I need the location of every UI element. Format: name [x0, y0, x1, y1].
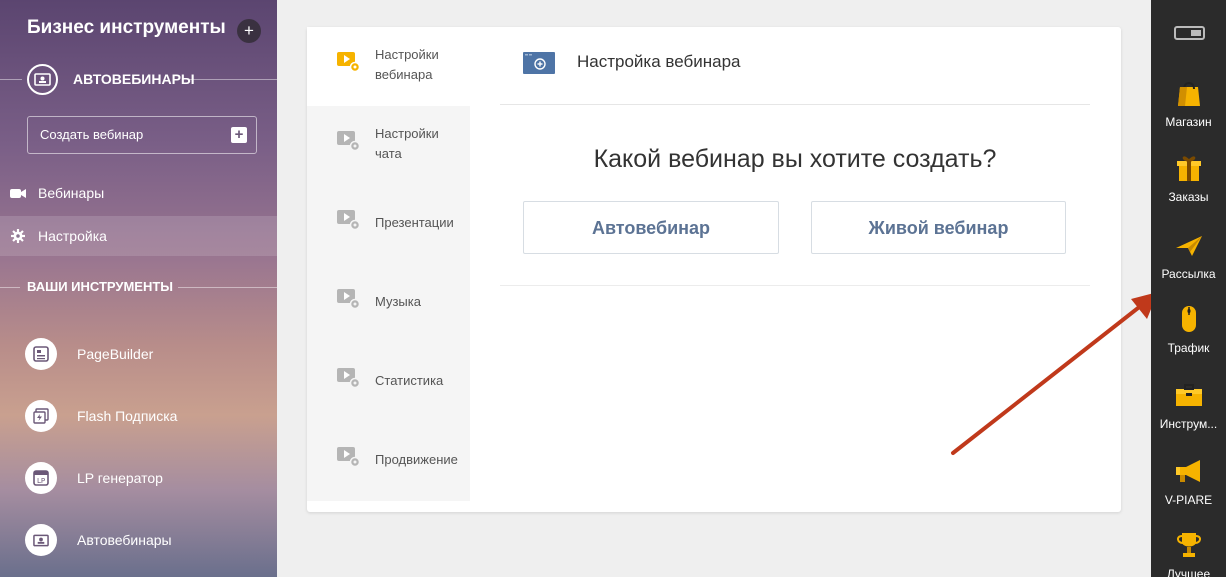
submenu-item-label: Презентации [375, 215, 454, 230]
submenu-item-label: Статистика [375, 373, 444, 388]
divider [190, 79, 277, 80]
video-settings-icon [337, 52, 361, 73]
megaphone-icon [1175, 460, 1200, 482]
app-dock: Магазин Заказы Рассылка Трафик Инструм..… [1151, 0, 1226, 577]
video-settings-icon [337, 368, 361, 389]
submenu-item-label: Продвижение [375, 452, 458, 467]
tool-item-pagebuilder[interactable]: PageBuilder [0, 338, 277, 378]
toolbox-icon [1175, 384, 1202, 406]
divider [500, 285, 1090, 286]
video-camera-icon [10, 189, 26, 198]
dock-toggle-switch[interactable] [1174, 26, 1205, 40]
add-tool-button[interactable]: + [237, 19, 261, 43]
section-autowebinars-label: АВТОВЕБИНАРЫ [73, 71, 195, 87]
tool-item-label: PageBuilder [77, 346, 154, 362]
pagebuilder-icon [25, 338, 57, 370]
dock-item-mailing[interactable]: Рассылка [1151, 230, 1226, 281]
sidebar-item-webinars[interactable]: Вебинары [0, 173, 277, 213]
dock-item-best[interactable]: Лучшее [1151, 530, 1226, 577]
dock-item-vpiare[interactable]: V-PIARE [1151, 456, 1226, 507]
video-settings-icon [337, 210, 361, 231]
tool-item-lp-generator[interactable]: LP LP генератор [0, 462, 277, 502]
section-autowebinars: АВТОВЕБИНАРЫ [0, 64, 277, 95]
dock-item-label: Магазин [1165, 115, 1212, 129]
autowebinar-icon [25, 524, 57, 556]
submenu-item-label: Настройки чата [375, 126, 439, 161]
dock-item-traffic[interactable]: Трафик [1151, 304, 1226, 355]
dock-item-label: V-PIARE [1164, 493, 1213, 507]
paper-plane-icon [1175, 236, 1202, 256]
submenu-item-music[interactable]: Музыка [307, 264, 470, 343]
dock-item-label: Заказы [1168, 190, 1209, 204]
flash-subscription-icon [25, 400, 57, 432]
dock-item-tools[interactable]: Инструм... [1151, 380, 1226, 431]
divider [178, 287, 277, 288]
tool-item-label: Flash Подписка [77, 408, 178, 424]
submenu-item-presentations[interactable]: Презентации [307, 185, 470, 264]
create-webinar-label: Создать вебинар [40, 127, 144, 142]
submenu-item-webinar-settings[interactable]: Настройки вебинара [307, 27, 470, 106]
lp-generator-icon: LP [25, 462, 57, 494]
shopping-bag-icon [1177, 82, 1200, 106]
settings-submenu: Настройки вебинара Настройки чата Презен… [307, 27, 470, 501]
webinar-settings-card: Настройки вебинара Настройки чата Презен… [307, 27, 1158, 512]
tool-item-autowebinars[interactable]: Автовебинары [0, 524, 277, 564]
create-webinar-button[interactable]: Создать вебинар + [27, 116, 257, 154]
submenu-item-statistics[interactable]: Статистика [307, 343, 470, 422]
webinar-type-question: Какой вебинар вы хотите создать? [593, 145, 997, 173]
dock-item-label: Рассылка [1161, 267, 1216, 281]
sidebar-title: Бизнес инструменты [27, 17, 226, 38]
content-header: Настройка вебинара [500, 27, 1090, 105]
tool-item-label: Автовебинары [77, 532, 172, 548]
divider [0, 287, 20, 288]
divider [0, 79, 22, 80]
gift-box-icon [1176, 156, 1201, 181]
video-settings-icon [337, 447, 361, 468]
dock-item-shop[interactable]: Магазин [1151, 78, 1226, 129]
dock-item-label: Инструм... [1159, 417, 1218, 431]
section-tools-label: ВАШИ ИНСТРУМЕНТЫ [27, 279, 174, 294]
dock-item-orders[interactable]: Заказы [1151, 153, 1226, 204]
section-your-tools: ВАШИ ИНСТРУМЕНТЫ [0, 272, 277, 302]
sidebar: Бизнес инструменты + АВТОВЕБИНАРЫ Создат… [0, 0, 277, 577]
submenu-item-promotion[interactable]: Продвижение [307, 422, 470, 501]
svg-text:LP: LP [37, 477, 45, 485]
submenu-item-label: Музыка [375, 294, 421, 309]
trophy-icon [1176, 533, 1201, 557]
video-settings-icon [337, 131, 361, 152]
page-title: Настройка вебинара [577, 52, 741, 71]
mouse-icon [1181, 306, 1196, 332]
sidebar-item-settings[interactable]: Настройка [0, 216, 277, 256]
plus-icon: + [231, 127, 247, 143]
sidebar-item-label: Настройка [38, 228, 107, 244]
autowebinar-option-button[interactable]: Автовебинар [523, 201, 779, 254]
submenu-item-label: Настройки вебинара [375, 47, 439, 82]
submenu-item-chat-settings[interactable]: Настройки чата [307, 106, 470, 185]
sidebar-item-label: Вебинары [38, 185, 105, 201]
live-webinar-option-button[interactable]: Живой вебинар [811, 201, 1066, 254]
dock-item-label: Трафик [1167, 341, 1210, 355]
dock-item-label: Лучшее [1166, 567, 1211, 577]
browser-window-icon [523, 52, 555, 74]
tool-item-flash-subscription[interactable]: Flash Подписка [0, 400, 277, 440]
video-settings-icon [337, 289, 361, 310]
autowebinar-section-icon [27, 64, 58, 95]
gear-icon [11, 229, 25, 243]
tool-item-label: LP генератор [77, 470, 163, 486]
